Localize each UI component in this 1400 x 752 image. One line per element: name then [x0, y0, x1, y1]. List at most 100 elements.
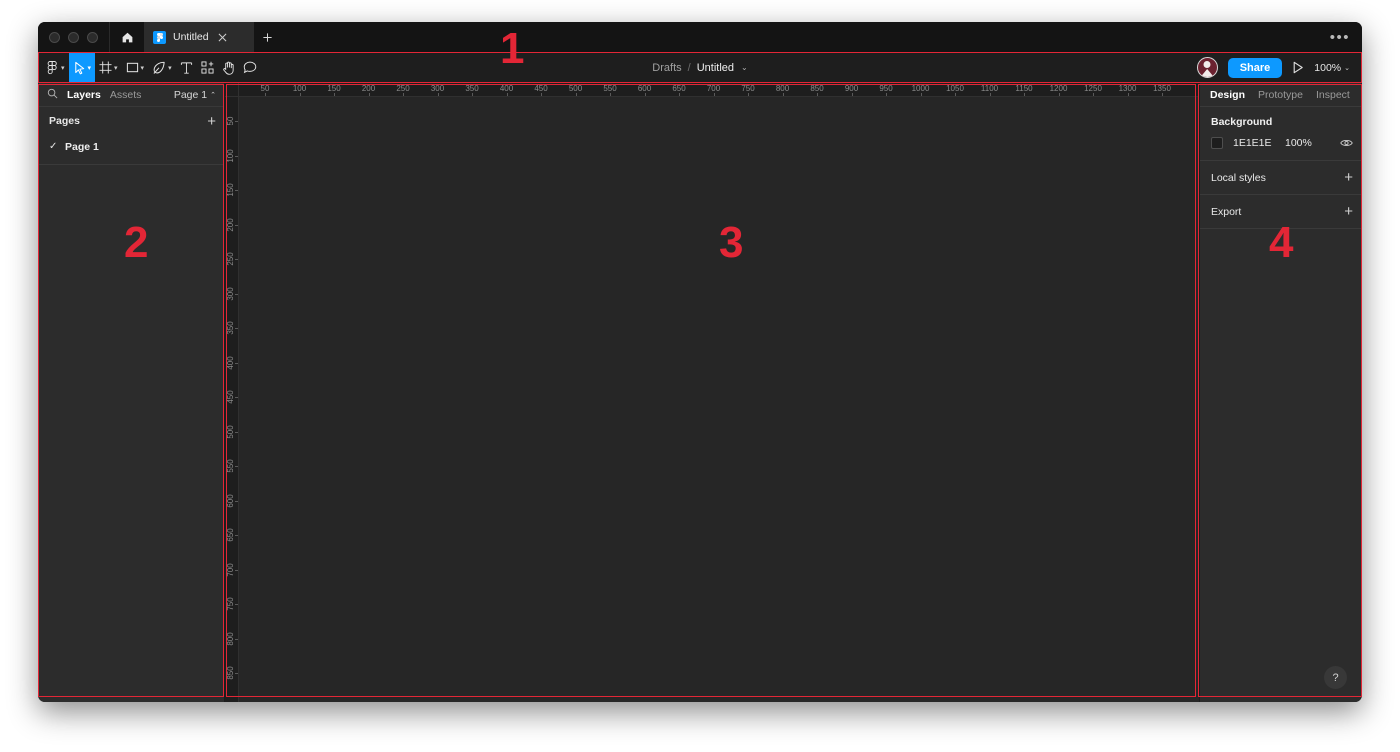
ruler-v-label: 300: [226, 286, 235, 301]
toolbar-right-group: Share 100% ⌄: [1196, 57, 1362, 78]
ruler-h-tick: [920, 93, 922, 96]
ruler-h-label: 700: [706, 84, 721, 93]
ruler-v-label: 850: [226, 666, 235, 680]
figma-glyph: [156, 32, 163, 42]
ruler-v-tick: [235, 397, 238, 398]
add-page-button[interactable]: +: [207, 114, 216, 129]
local-styles-section: Local styles +: [1200, 161, 1362, 195]
ruler-h-label: 250: [396, 84, 410, 93]
home-button[interactable]: [110, 22, 144, 52]
avatar-head: [1203, 61, 1211, 68]
ruler-h-label: 350: [465, 84, 479, 93]
breadcrumb-project[interactable]: Drafts: [652, 62, 681, 74]
tab-prototype[interactable]: Prototype: [1258, 89, 1303, 101]
ruler-v-label: 550: [226, 459, 235, 473]
ruler-v-tick: [235, 569, 238, 571]
breadcrumb-separator: /: [687, 61, 691, 74]
resources-button[interactable]: [197, 52, 218, 83]
ruler-h-label: 1200: [1049, 84, 1068, 93]
background-color-row: 1E1E1E 100%: [1211, 137, 1353, 149]
ruler-h-label: 900: [844, 84, 859, 93]
ruler-v-label: 250: [226, 252, 235, 266]
figma-logo-icon: [153, 30, 166, 44]
close-tab-button[interactable]: [216, 31, 229, 44]
add-local-style-button[interactable]: +: [1344, 170, 1353, 185]
ruler-v-tick: [235, 535, 238, 536]
ruler-v-tick: [235, 362, 238, 364]
new-tab-button[interactable]: [254, 22, 280, 52]
ruler-h-label: 1250: [1084, 84, 1102, 93]
shape-tool-button[interactable]: ▾: [122, 52, 149, 83]
tab-layers[interactable]: Layers: [67, 89, 101, 101]
maximize-window-button[interactable]: [87, 31, 98, 43]
add-export-button[interactable]: +: [1344, 204, 1353, 219]
ruler-v-tick: [235, 328, 238, 329]
vertical-ruler: 50 100 150 200 250 300 350 400 450 500 550 600 650 70…: [225, 83, 239, 702]
chevron-down-icon: ▾: [87, 65, 92, 72]
minimize-window-button[interactable]: [68, 31, 79, 43]
text-tool-button[interactable]: [176, 52, 197, 83]
main-menu-button[interactable]: ▾: [42, 52, 69, 83]
ruler-v-tick: [235, 466, 238, 467]
cursor-arrow-icon: [74, 61, 84, 74]
help-button[interactable]: ?: [1324, 666, 1347, 689]
ruler-h-tick: [1058, 93, 1060, 96]
document-tab[interactable]: Untitled: [144, 22, 254, 52]
close-window-button[interactable]: [49, 31, 60, 43]
ruler-h-tick: [265, 93, 266, 96]
ruler-h-tick: [403, 93, 404, 96]
ruler-h-label: 600: [637, 84, 652, 93]
eye-glyph: [1340, 140, 1353, 146]
ruler-h-tick: [644, 93, 646, 96]
ruler-v-label: 450: [226, 390, 235, 404]
chevron-down-icon: ▾: [114, 65, 118, 72]
ruler-v-tick: [235, 190, 238, 191]
ruler-v-label: 50: [226, 116, 235, 126]
window-overflow-menu-button[interactable]: •••: [1330, 30, 1350, 45]
ruler-h-label: 1300: [1118, 84, 1137, 93]
ruler-h-label: 1150: [1015, 84, 1033, 93]
present-button[interactable]: [1292, 61, 1304, 74]
ruler-h-label: 550: [603, 84, 617, 93]
canvas-surface[interactable]: [239, 97, 1199, 702]
zoom-control[interactable]: 100% ⌄: [1314, 62, 1350, 74]
ruler-h-tick: [1093, 93, 1094, 96]
eye-icon[interactable]: [1340, 138, 1353, 148]
search-icon[interactable]: [47, 86, 58, 104]
ruler-h-tick: [299, 93, 301, 96]
background-color-swatch[interactable]: [1211, 137, 1223, 149]
ruler-v-tick: [235, 431, 238, 433]
frame-tool-button[interactable]: ▾: [95, 52, 122, 83]
pen-tool-button[interactable]: ▾: [148, 52, 176, 83]
ruler-h-label: 450: [534, 84, 548, 93]
background-hex-value[interactable]: 1E1E1E: [1233, 137, 1285, 149]
tabbar-right-group: •••: [1330, 30, 1362, 45]
components-plus-icon: [201, 61, 214, 74]
ruler-h-label: 800: [775, 84, 790, 93]
breadcrumb-filename[interactable]: Untitled: [697, 62, 734, 74]
hand-tool-button[interactable]: [218, 52, 239, 83]
ruler-h-tick: [955, 93, 956, 96]
figma-logo-icon: [47, 60, 57, 74]
move-tool-button[interactable]: ▾: [68, 52, 96, 83]
ruler-h-tick: [334, 93, 335, 96]
tab-assets[interactable]: Assets: [110, 89, 142, 101]
user-avatar[interactable]: [1196, 57, 1218, 78]
ruler-h-tick: [575, 93, 577, 96]
chevron-up-icon: ⌃: [210, 92, 216, 99]
ruler-v-label: 100: [226, 148, 235, 163]
ruler-h-label: 200: [361, 84, 376, 93]
right-sidebar-tabs: Design Prototype Inspect: [1200, 83, 1362, 107]
chevron-down-icon[interactable]: ⌄: [741, 63, 748, 72]
tab-design[interactable]: Design: [1210, 89, 1245, 101]
page-selector[interactable]: Page 1 ⌃: [174, 89, 216, 101]
ruler-v-label: 200: [226, 217, 235, 232]
background-opacity-value[interactable]: 100%: [1285, 137, 1312, 149]
page-list-item[interactable]: ✓ Page 1: [38, 135, 224, 158]
comment-tool-button[interactable]: [239, 52, 261, 83]
canvas-area[interactable]: 50 100 150 200 250 300 350 400 450 500 550 600 650 70…: [225, 83, 1199, 702]
ruler-h-tick: [1024, 93, 1025, 96]
tab-inspect[interactable]: Inspect: [1316, 89, 1350, 101]
share-button[interactable]: Share: [1227, 57, 1283, 78]
ruler-h-tick: [437, 93, 439, 96]
